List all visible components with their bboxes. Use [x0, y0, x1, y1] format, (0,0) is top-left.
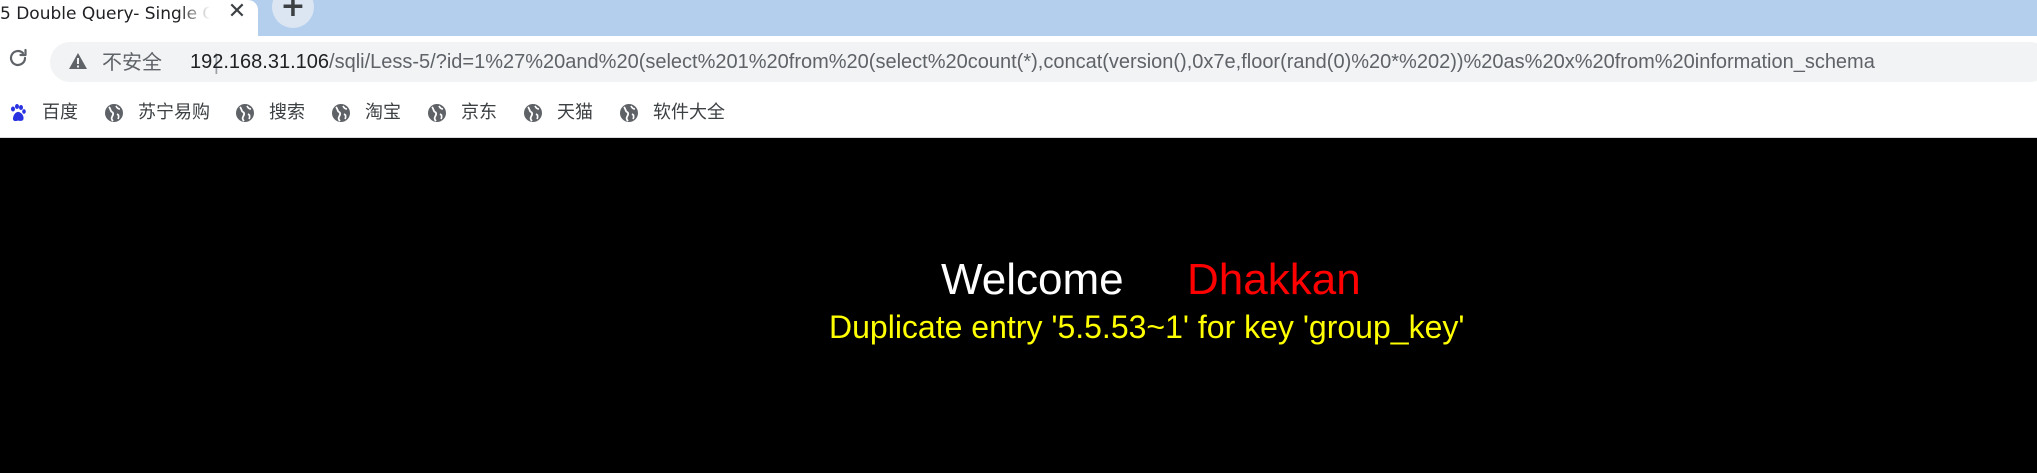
bookmark-taobao[interactable]: 淘宝	[331, 100, 401, 126]
browser-toolbar: 不安全 | 192.168.31.106/sqli/Less-5/?id=1%2…	[0, 36, 2037, 88]
bookmark-label: 淘宝	[365, 102, 401, 123]
baidu-icon	[11, 104, 26, 122]
sql-error-message: Duplicate entry '5.5.53~1' for key 'grou…	[829, 309, 1465, 345]
bookmark-label: 百度	[42, 102, 78, 123]
not-secure-label[interactable]: 不安全	[102, 50, 162, 74]
globe-icon	[524, 104, 542, 122]
bookmark-baidu[interactable]: 百度	[8, 100, 78, 126]
bookmark-software[interactable]: 软件大全	[619, 100, 725, 126]
address-bar[interactable]: 不安全 | 192.168.31.106/sqli/Less-5/?id=1%2…	[50, 42, 2037, 82]
bookmark-label: 天猫	[557, 102, 593, 123]
close-tab-icon[interactable]: ✕	[226, 1, 248, 23]
url-text[interactable]: 192.168.31.106/sqli/Less-5/?id=1%27%20an…	[190, 50, 1875, 74]
bookmark-label: 软件大全	[653, 102, 725, 123]
bookmark-tmall[interactable]: 天猫	[523, 100, 593, 126]
page-content: Welcome Dhakkan Duplicate entry '5.5.53~…	[0, 139, 2037, 473]
url-host: 192.168.31.106	[190, 51, 330, 73]
bookmarks-bar: 百度 苏宁易购 搜索 淘宝 京东 天猫 软件大全	[0, 88, 2037, 138]
bookmark-search[interactable]: 搜索	[235, 100, 305, 126]
globe-icon	[428, 104, 446, 122]
bookmark-suning[interactable]: 苏宁易购	[104, 100, 210, 126]
username-text: Dhakkan	[1187, 255, 1361, 304]
browser-tab[interactable]: 5 Double Query- Single Quotes- String ✕	[0, 0, 258, 36]
bookmark-label: 搜索	[269, 102, 305, 123]
bookmark-jd[interactable]: 京东	[427, 100, 497, 126]
globe-icon	[105, 104, 123, 122]
reload-icon[interactable]	[6, 46, 30, 70]
globe-icon	[620, 104, 638, 122]
bookmark-label: 京东	[461, 102, 497, 123]
welcome-text: Welcome	[941, 255, 1124, 304]
bookmark-label: 苏宁易购	[138, 102, 210, 123]
tab-title: 5 Double Query- Single Quotes- String	[0, 4, 210, 24]
globe-icon	[236, 104, 254, 122]
tab-strip: 5 Double Query- Single Quotes- String ✕ …	[0, 0, 2037, 36]
new-tab-button[interactable]: +	[272, 0, 314, 28]
warning-icon[interactable]	[68, 51, 88, 71]
url-path: /sqli/Less-5/?id=1%27%20and%20(select%20…	[329, 51, 1875, 73]
globe-icon	[332, 104, 350, 122]
